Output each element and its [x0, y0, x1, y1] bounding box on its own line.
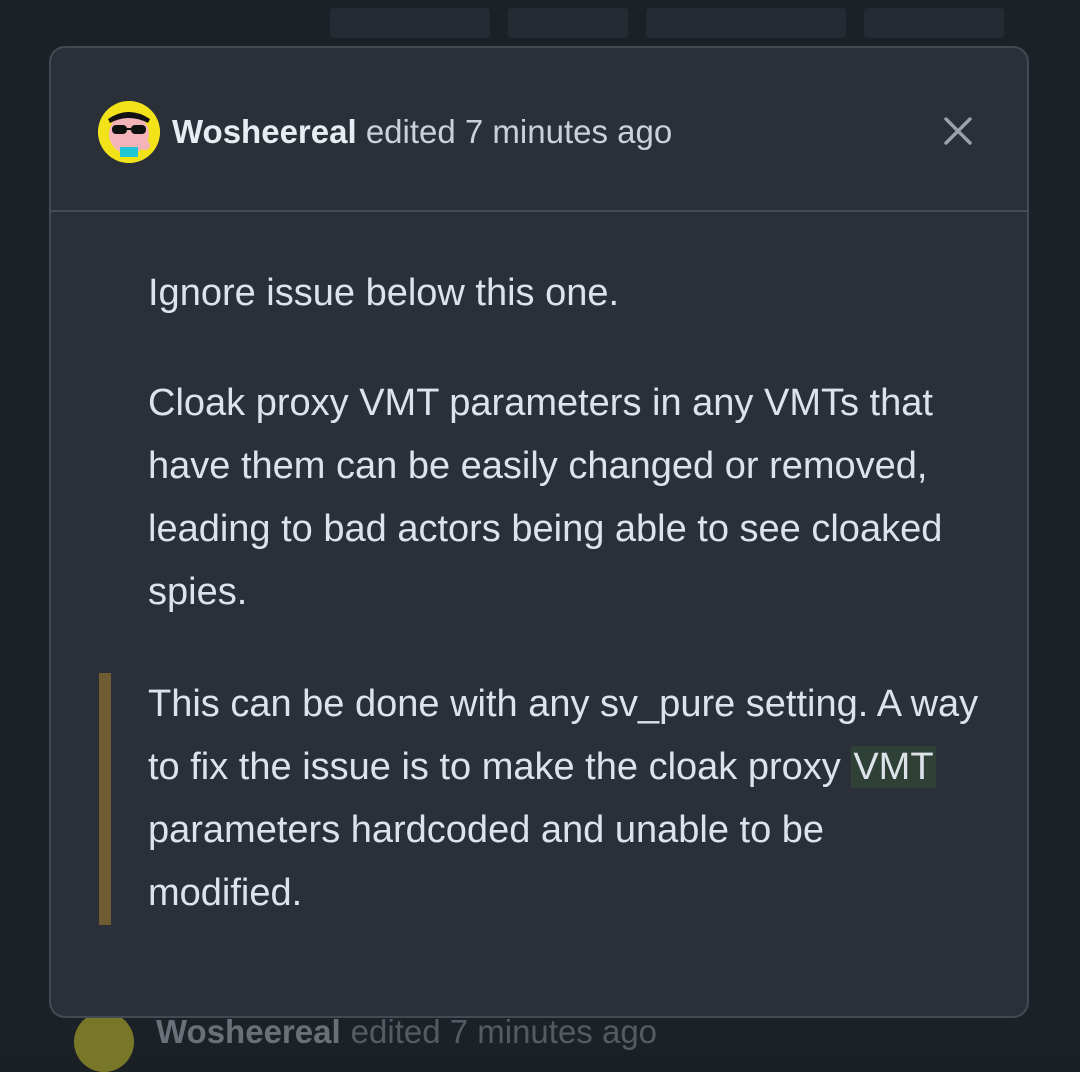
- body-paragraph-1: Ignore issue below this one.: [148, 272, 620, 314]
- blockquote: This can be done with any sv_pure settin…: [99, 673, 999, 925]
- avatar[interactable]: [98, 101, 160, 163]
- dialog-header: Wosheereal edited 7 minutes ago: [51, 48, 1027, 212]
- highlighted-term: VMT: [851, 746, 936, 788]
- edited-timestamp: edited 7 minutes ago: [365, 113, 673, 150]
- close-button[interactable]: [931, 104, 985, 158]
- quote-text: This can be done with any sv_pure settin…: [148, 673, 988, 925]
- edit-history-dialog: Wosheereal edited 7 minutes ago Ignore i…: [49, 46, 1029, 1018]
- body-paragraph-2: Cloak proxy VMT parameters in any VMTs t…: [148, 382, 943, 613]
- background-edited-text: edited 7 minutes ago: [350, 1013, 658, 1050]
- background-edit-history-row: Wosheereal edited 7 minutes ago: [74, 1012, 1034, 1072]
- background-author: Wosheereal: [156, 1013, 341, 1050]
- edit-info: Wosheereal edited 7 minutes ago: [172, 110, 672, 154]
- quote-bar: [99, 673, 111, 925]
- avatar: [74, 1012, 134, 1072]
- close-icon: [944, 117, 972, 145]
- author-name[interactable]: Wosheereal: [172, 113, 357, 150]
- avatar-image: [98, 101, 160, 163]
- background-title-ghost: [330, 0, 1030, 50]
- quote-text-after: parameters hardcoded and unable to be mo…: [148, 809, 825, 914]
